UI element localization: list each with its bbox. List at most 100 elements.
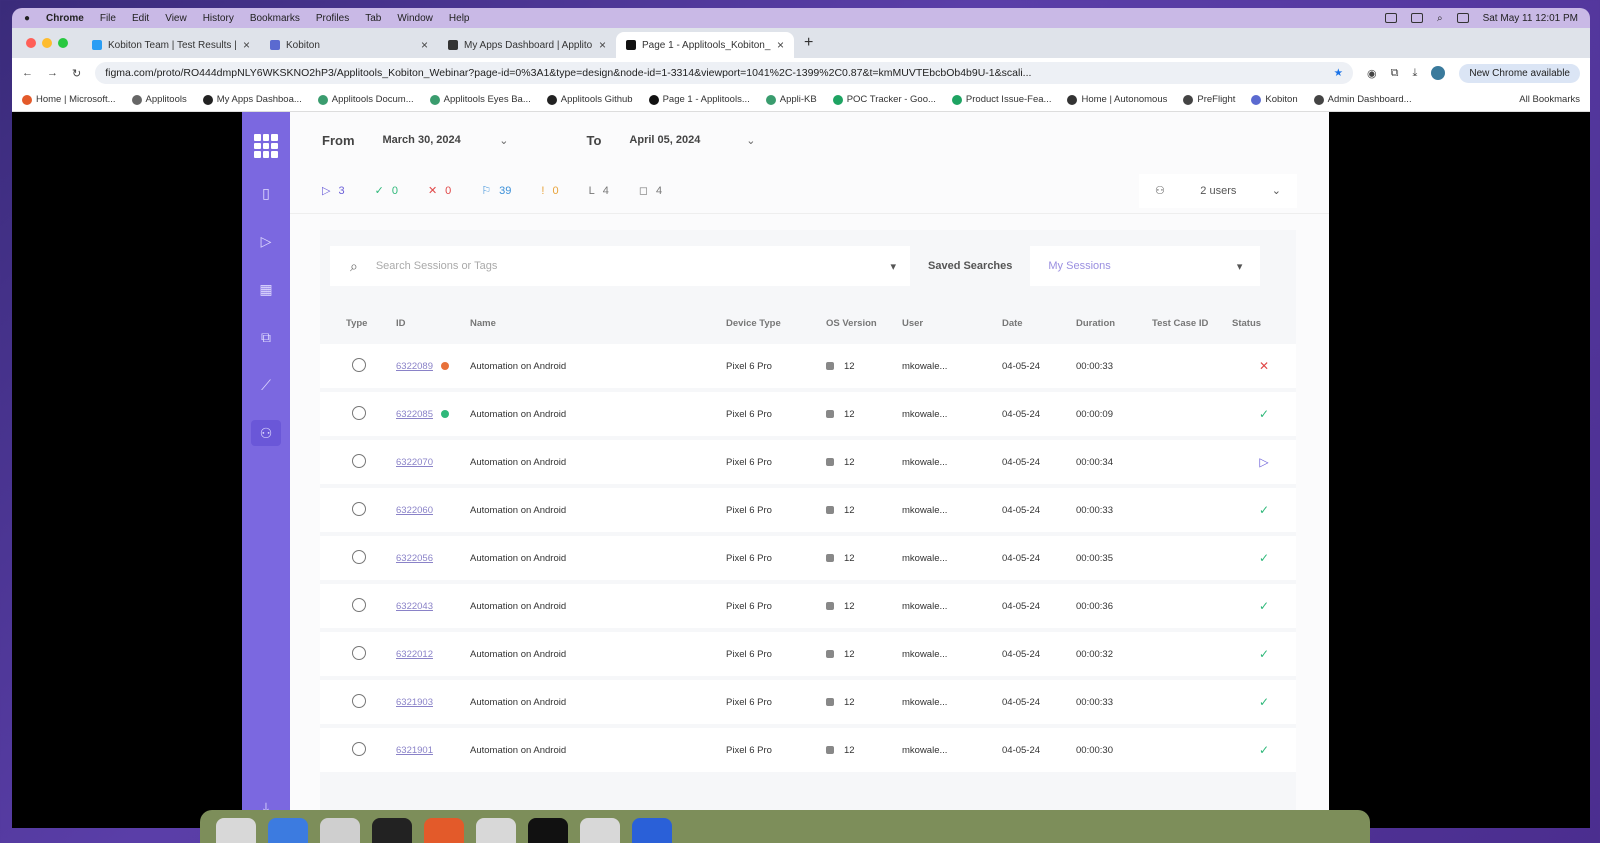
dock-app-icon[interactable] [268, 818, 308, 843]
address-bar[interactable]: figma.com/proto/RO444dmpNLY6WKSKNO2hP3/A… [95, 62, 1354, 84]
logo-icon[interactable] [254, 134, 278, 158]
bookmark-item[interactable]: Product Issue-Fea... [951, 94, 1051, 105]
menu-item-window[interactable]: Window [397, 13, 433, 24]
bookmark-item[interactable]: Applitools Docum... [317, 94, 414, 105]
bookmark-item[interactable]: Kobiton [1251, 94, 1298, 105]
table-row[interactable]: 6321901 Automation on Android Pixel 6 Pro 1… [320, 728, 1296, 772]
to-date-picker[interactable]: April 05, 2024 ⌄ [617, 134, 767, 147]
minimize-window-button[interactable] [42, 38, 52, 48]
session-id-link[interactable]: 6321903 [396, 697, 433, 708]
dock-app-icon[interactable] [580, 818, 620, 843]
zoom-window-button[interactable] [58, 38, 68, 48]
search-box[interactable]: ⌕ Search Sessions or Tags ▾ [330, 246, 910, 286]
app-menu[interactable]: Chrome [46, 13, 84, 24]
status-count[interactable]: L4 [589, 184, 609, 197]
cloud-icon[interactable] [1410, 13, 1423, 23]
bookmark-star-icon[interactable]: ★ [1334, 67, 1343, 79]
table-row[interactable]: 6322060 Automation on Android Pixel 6 Pro 1… [320, 488, 1296, 532]
download-icon[interactable]: ⤓ [1413, 67, 1418, 80]
control-center-icon[interactable] [1456, 13, 1469, 23]
session-id-link[interactable]: 6322056 [396, 553, 433, 564]
dock-app-icon[interactable] [216, 818, 256, 843]
bookmark-item[interactable]: Admin Dashboard... [1313, 94, 1412, 105]
dock-app-icon[interactable] [632, 818, 672, 843]
menu-item-profiles[interactable]: Profiles [316, 13, 349, 24]
browser-tab[interactable]: Kobiton Team | Test Results | × [82, 32, 260, 58]
browser-tab[interactable]: Kobiton × [260, 32, 438, 58]
from-date-picker[interactable]: March 30, 2024 ⌄ [371, 134, 521, 147]
session-id-link[interactable]: 6322085 [396, 409, 433, 420]
saved-searches-select[interactable]: My Sessions ▾ [1030, 246, 1261, 286]
extension-icon[interactable]: ◉ [1367, 67, 1377, 80]
close-window-button[interactable] [26, 38, 36, 48]
dock-app-icon[interactable] [320, 818, 360, 843]
table-row[interactable]: 6322070 Automation on Android Pixel 6 Pro 1… [320, 440, 1296, 484]
status-count[interactable]: ! 0 [541, 184, 558, 197]
table-row[interactable]: 6322085 Automation on Android Pixel 6 Pro 1… [320, 392, 1296, 436]
table-row[interactable]: 6322056 Automation on Android Pixel 6 Pro 1… [320, 536, 1296, 580]
status-count[interactable]: ✕ 0 [428, 184, 451, 198]
close-tab-icon[interactable]: × [421, 38, 428, 52]
browser-tab[interactable]: My Apps Dashboard | Applito × [438, 32, 616, 58]
screen-icon[interactable] [1384, 13, 1397, 23]
reload-icon[interactable]: ↻ [72, 67, 81, 80]
bookmark-item[interactable]: Applitools Eyes Ba... [429, 94, 531, 105]
new-chrome-button[interactable]: New Chrome available [1459, 63, 1580, 83]
status-count[interactable]: ◻ 4 [639, 184, 662, 198]
bookmark-item[interactable]: POC Tracker - Goo... [832, 94, 936, 105]
new-tab-button[interactable]: + [794, 34, 823, 58]
status-count[interactable]: ▷ 3 [322, 184, 345, 198]
bookmark-item[interactable]: Home | Autonomous [1067, 94, 1167, 105]
table-row[interactable]: 6322089 Automation on Android Pixel 6 Pro 1… [320, 344, 1296, 388]
status-count[interactable]: ✓ 0 [375, 184, 398, 198]
caret-down-icon[interactable]: ▾ [890, 260, 896, 273]
menu-item-file[interactable]: File [100, 13, 116, 24]
bookmark-item[interactable]: Appli-KB [765, 94, 817, 105]
dock-app-icon[interactable] [372, 818, 412, 843]
status-count[interactable]: ⚐ 39 [481, 184, 511, 198]
menu-item-view[interactable]: View [165, 13, 187, 24]
close-tab-icon[interactable]: × [777, 38, 784, 52]
chart-icon[interactable]: ⟋ [251, 372, 281, 398]
search-icon[interactable]: ⌕ [1437, 13, 1443, 24]
bookmark-item[interactable]: Page 1 - Applitools... [648, 94, 750, 105]
browser-tab[interactable]: Page 1 - Applitools_Kobiton_ × [616, 32, 794, 58]
users-icon[interactable]: ⚇ [251, 420, 281, 446]
close-tab-icon[interactable]: × [243, 38, 250, 52]
session-id-link[interactable]: 6322070 [396, 457, 433, 468]
puzzle-icon[interactable]: ⧉ [1391, 67, 1399, 80]
menu-item-history[interactable]: History [203, 13, 234, 24]
clipboard-icon[interactable]: ▯ [251, 180, 281, 206]
session-id-link[interactable]: 6322043 [396, 601, 433, 612]
table-row[interactable]: 6321903 Automation on Android Pixel 6 Pro 1… [320, 680, 1296, 724]
play-icon[interactable]: ▷ [251, 228, 281, 254]
profile-avatar[interactable] [1431, 66, 1446, 80]
bookmark-item[interactable]: My Apps Dashboa... [202, 94, 302, 105]
bookmark-item[interactable]: PreFlight [1183, 94, 1235, 105]
menu-item-bookmarks[interactable]: Bookmarks [250, 13, 300, 24]
dock-app-icon[interactable] [476, 818, 516, 843]
users-filter[interactable]: ⚇ 2 users ⌄ [1139, 173, 1297, 208]
back-icon[interactable]: ← [22, 67, 33, 79]
session-id-link[interactable]: 6322089 [396, 361, 433, 372]
bookmark-item[interactable]: Applitools [131, 94, 187, 105]
search-input[interactable]: Search Sessions or Tags [376, 260, 873, 272]
all-bookmarks[interactable]: All Bookmarks [1519, 94, 1580, 105]
copy-icon[interactable]: ⧉ [251, 324, 281, 350]
grid-icon[interactable]: ▦ [251, 276, 281, 302]
table-row[interactable]: 6322012 Automation on Android Pixel 6 Pro 1… [320, 632, 1296, 676]
close-tab-icon[interactable]: × [599, 38, 606, 52]
bookmark-item[interactable]: Applitools Github [546, 94, 633, 105]
menu-item-tab[interactable]: Tab [365, 13, 381, 24]
dock-app-icon[interactable] [528, 818, 568, 843]
menu-item-help[interactable]: Help [449, 13, 470, 24]
session-id-link[interactable]: 6321901 [396, 745, 433, 756]
session-id-link[interactable]: 6322060 [396, 505, 433, 516]
table-row[interactable]: 6322043 Automation on Android Pixel 6 Pro 1… [320, 584, 1296, 628]
menu-item-edit[interactable]: Edit [132, 13, 149, 24]
bookmark-item[interactable]: Home | Microsoft... [22, 94, 116, 105]
forward-icon[interactable]: → [47, 67, 58, 79]
dock-app-icon[interactable] [424, 818, 464, 843]
session-id-link[interactable]: 6322012 [396, 649, 433, 660]
apple-icon[interactable]: ● [24, 13, 30, 24]
